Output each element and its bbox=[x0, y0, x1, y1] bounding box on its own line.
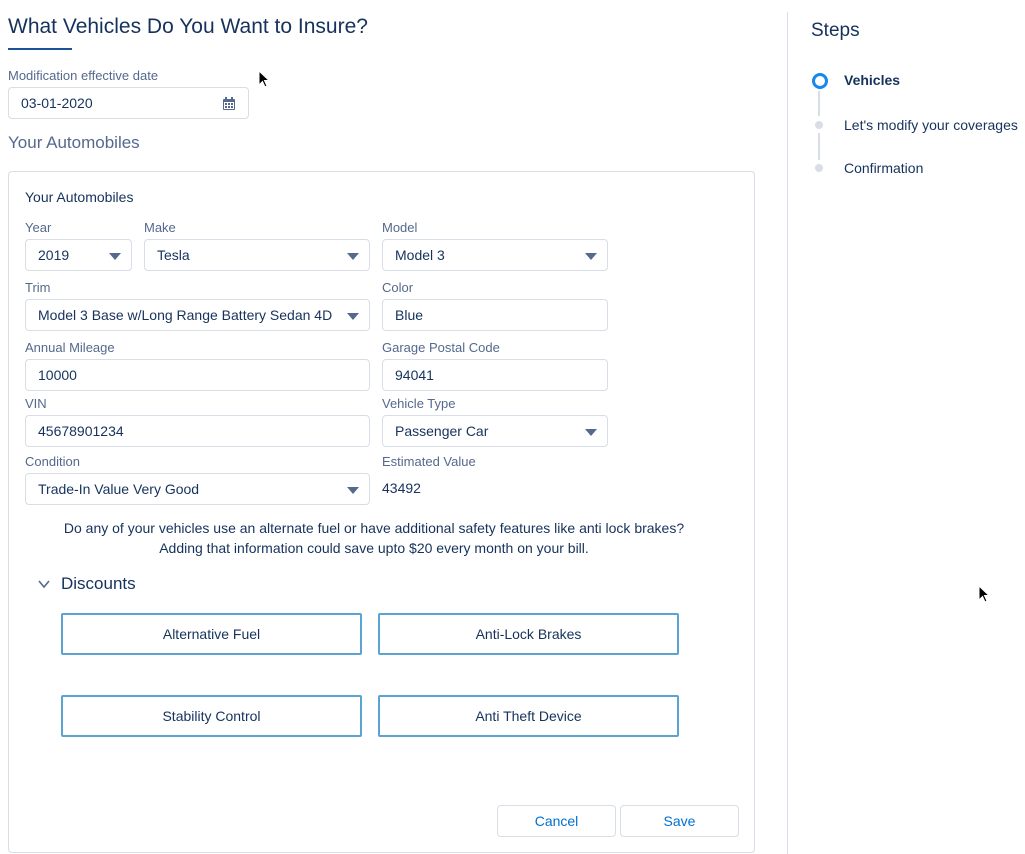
year-label: Year bbox=[25, 220, 52, 235]
vin-label: VIN bbox=[25, 396, 47, 411]
trim-label: Trim bbox=[25, 280, 51, 295]
postal-label: Garage Postal Code bbox=[382, 340, 500, 355]
automobiles-card bbox=[8, 171, 755, 853]
alternative-fuel-button[interactable]: Alternative Fuel bbox=[61, 613, 362, 655]
mileage-input[interactable]: 10000 bbox=[25, 359, 370, 391]
cancel-button[interactable]: Cancel bbox=[497, 805, 616, 837]
make-label: Make bbox=[144, 220, 176, 235]
model-value: Model 3 bbox=[395, 247, 445, 263]
vin-value: 45678901234 bbox=[38, 423, 124, 439]
mileage-value: 10000 bbox=[38, 367, 77, 383]
color-label: Color bbox=[382, 280, 414, 295]
step-indicator bbox=[815, 164, 823, 172]
vehicle-type-label: Vehicle Type bbox=[382, 396, 456, 411]
color-input[interactable]: Blue bbox=[382, 299, 608, 331]
calendar-icon[interactable] bbox=[222, 97, 236, 111]
condition-label: Condition bbox=[25, 454, 80, 469]
title-underline bbox=[8, 48, 72, 50]
chevron-down-icon bbox=[38, 580, 50, 589]
step-vehicles[interactable]: Vehicles bbox=[844, 72, 900, 88]
discounts-title: Discounts bbox=[61, 574, 136, 593]
cursor-icon bbox=[258, 70, 270, 88]
panel-divider bbox=[787, 12, 788, 854]
trim-value: Model 3 Base w/Long Range Battery Sedan … bbox=[38, 307, 333, 323]
discount-info-line2: Adding that information could save upto … bbox=[159, 540, 589, 556]
caret-down-icon bbox=[347, 313, 359, 320]
postal-value: 94041 bbox=[395, 367, 434, 383]
model-label: Model bbox=[382, 220, 418, 235]
mileage-label: Annual Mileage bbox=[25, 340, 115, 355]
section-title: Your Automobiles bbox=[8, 133, 140, 152]
condition-value: Trade-In Value Very Good bbox=[38, 481, 200, 497]
step-connector bbox=[818, 91, 820, 116]
page-title: What Vehicles Do You Want to Insure? bbox=[8, 15, 368, 38]
anti-lock-brakes-button[interactable]: Anti-Lock Brakes bbox=[378, 613, 679, 655]
vehicle-type-value: Passenger Car bbox=[395, 423, 489, 439]
year-select[interactable]: 2019 bbox=[25, 239, 132, 271]
step-modify-coverages[interactable]: Let's modify your coverages bbox=[844, 117, 1018, 133]
effective-date-input[interactable]: 03-01-2020 bbox=[8, 87, 249, 119]
step-indicator bbox=[815, 121, 823, 129]
caret-down-icon bbox=[585, 253, 597, 260]
card-title: Your Automobiles bbox=[25, 189, 134, 205]
effective-date-label: Modification effective date bbox=[8, 68, 159, 83]
estimated-value: 43492 bbox=[382, 480, 421, 496]
year-value: 2019 bbox=[38, 247, 70, 263]
make-select[interactable]: Tesla bbox=[144, 239, 370, 271]
vehicle-type-select[interactable]: Passenger Car bbox=[382, 415, 608, 447]
step-connector bbox=[818, 133, 820, 160]
trim-select[interactable]: Model 3 Base w/Long Range Battery Sedan … bbox=[25, 299, 370, 331]
make-value: Tesla bbox=[157, 247, 190, 263]
estimated-value-label: Estimated Value bbox=[382, 454, 476, 469]
color-value: Blue bbox=[395, 307, 424, 323]
condition-select[interactable]: Trade-In Value Very Good bbox=[25, 473, 370, 505]
discounts-toggle[interactable]: Discounts bbox=[37, 574, 136, 594]
caret-down-icon bbox=[109, 253, 121, 260]
discount-info-line1: Do any of your vehicles use an alternate… bbox=[63, 520, 685, 536]
stability-control-button[interactable]: Stability Control bbox=[61, 695, 362, 737]
model-select[interactable]: Model 3 bbox=[382, 239, 608, 271]
step-active-indicator bbox=[812, 73, 828, 89]
caret-down-icon bbox=[347, 487, 359, 494]
save-button[interactable]: Save bbox=[620, 805, 739, 837]
effective-date-value: 03-01-2020 bbox=[21, 95, 93, 111]
caret-down-icon bbox=[585, 429, 597, 436]
caret-down-icon bbox=[347, 253, 359, 260]
vin-input[interactable]: 45678901234 bbox=[25, 415, 370, 447]
cursor-icon bbox=[978, 585, 990, 603]
postal-input[interactable]: 94041 bbox=[382, 359, 608, 391]
steps-title: Steps bbox=[811, 20, 860, 41]
step-confirmation[interactable]: Confirmation bbox=[844, 160, 923, 176]
anti-theft-device-button[interactable]: Anti Theft Device bbox=[378, 695, 679, 737]
